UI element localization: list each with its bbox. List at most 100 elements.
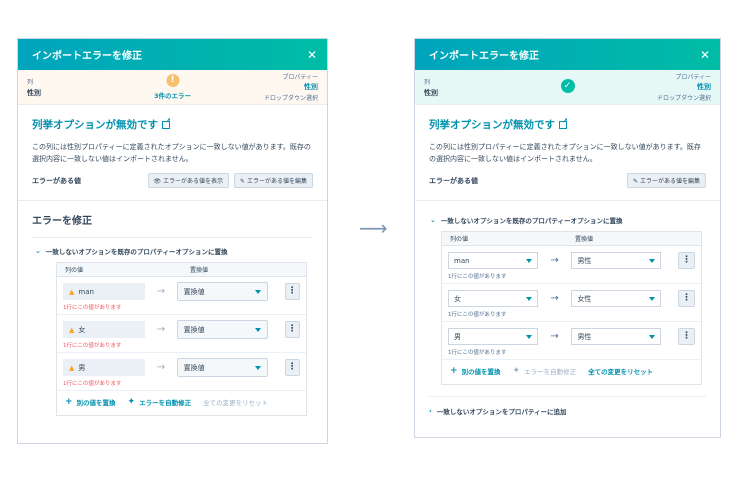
column-header-replacement: 置換値: [190, 267, 209, 274]
source-value-text: 女: [454, 294, 461, 303]
divider: [415, 200, 720, 201]
dialog-header: インポートエラーを修正 ✕: [18, 39, 327, 70]
chevron-down-icon: [254, 289, 261, 294]
warning-triangle-icon: ▲: [69, 287, 75, 296]
chevron-down-icon: [649, 296, 656, 301]
replace-options-accordion[interactable]: ⌄ 一致しないオプションを既存のプロパティーオプションに置換: [415, 215, 720, 225]
property-label: プロパティー: [282, 74, 318, 81]
property-value[interactable]: 性別: [657, 82, 711, 92]
chevron-down-icon: [254, 327, 261, 332]
error-heading-text: 列挙オプションが無効です: [429, 119, 555, 131]
show-error-values-button[interactable]: 👁 エラーがある値を表示: [147, 173, 230, 188]
row-error: 1行にこの値があります: [63, 381, 122, 387]
source-value-text: man: [78, 287, 94, 296]
property-value[interactable]: 性別: [264, 82, 318, 92]
edit-error-values-button[interactable]: ✎ エラーがある値を編集: [234, 173, 313, 188]
more-options-icon[interactable]: ⋮: [678, 328, 695, 345]
error-count[interactable]: 3件のエラー: [154, 90, 191, 100]
column-header-value: 列の値: [65, 267, 84, 274]
close-icon[interactable]: ✕: [307, 49, 317, 61]
chevron-down-icon: [254, 365, 261, 370]
close-icon[interactable]: ✕: [700, 49, 710, 61]
row-note: 1行にこの値があります: [448, 350, 507, 356]
autofix-button[interactable]: ✦ エラーを自動修正: [513, 366, 577, 376]
table-actions: + 別の値を置換 ✦ エラーを自動修正 全ての変更をリセット: [57, 391, 306, 415]
replace-another-label: 別の値を置換: [461, 368, 501, 376]
source-value-dropdown[interactable]: 女: [448, 290, 538, 307]
replacement-table: 列の値 置換値 man → 男性 ⋮ 1行にこの値があります 女 → 女性 ⋮ …: [441, 231, 702, 385]
table-row: ▲ man → 置換値 ⋮ 1行にこの値があります: [57, 277, 306, 315]
more-options-icon[interactable]: ⋮: [284, 321, 300, 338]
column-value: 性別: [27, 88, 41, 97]
table-header: 列の値 置換値: [57, 263, 306, 277]
check-icon: ✓: [560, 79, 575, 93]
replace-options-accordion[interactable]: ⌄ 一致しないオプションを既存のプロパティーオプションに置換: [18, 246, 327, 256]
replacement-dropdown[interactable]: 男性: [571, 252, 662, 269]
sparkle-icon: ✦: [127, 397, 136, 407]
more-options-icon[interactable]: ⋮: [284, 283, 300, 300]
table-row: 女 → 女性 ⋮ 1行にこの値があります: [442, 284, 701, 322]
arrow-right-icon: →: [550, 255, 559, 266]
accordion2-label: 一致しないオプションをプロパティーに追加: [436, 408, 567, 416]
reset-button[interactable]: 全ての変更をリセット: [588, 366, 653, 376]
error-description: この列には性別プロパティーに定義されたオプションに一致しない値があります。既存の…: [429, 143, 701, 163]
property-type: ドロップダウン選択: [263, 95, 318, 102]
row-error: 1行にこの値があります: [63, 305, 122, 311]
source-value-dropdown[interactable]: man: [448, 252, 538, 269]
reset-button[interactable]: 全ての変更をリセット: [203, 397, 268, 407]
chevron-down-icon: [649, 334, 656, 339]
accordion-label: 一致しないオプションを既存のプロパティーオプションに置換: [440, 217, 623, 225]
row-error: 1行にこの値があります: [63, 343, 122, 349]
more-options-icon[interactable]: ⋮: [678, 252, 695, 269]
add-options-accordion[interactable]: › 一致しないオプションをプロパティーに追加: [429, 396, 706, 416]
dialog-title: インポートエラーを修正: [32, 51, 142, 62]
plus-icon: +: [65, 397, 73, 407]
replacement-table: 列の値 置換値 ▲ man → 置換値 ⋮ 1行にこの値があります ▲ 女 → 置換…: [56, 262, 307, 416]
replacement-dropdown[interactable]: 女性: [571, 290, 662, 307]
warning-triangle-icon: ▲: [69, 363, 75, 372]
source-value-dropdown[interactable]: 男: [448, 328, 538, 345]
edit-error-values-button[interactable]: ✎ エラーがある値を編集: [627, 173, 706, 188]
more-options-icon[interactable]: ⋮: [284, 359, 300, 376]
arrow-right-icon: →: [156, 286, 166, 297]
replacement-dropdown[interactable]: 置換値: [176, 282, 268, 301]
chevron-right-icon: ›: [429, 407, 432, 415]
table-row: ▲ 女 → 置換値 ⋮ 1行にこの値があります: [57, 315, 306, 353]
external-link-icon: [162, 117, 171, 129]
table-header: 列の値 置換値: [442, 232, 701, 246]
arrow-right-icon: →: [550, 331, 559, 342]
property-type: ドロップダウン選択: [656, 95, 711, 102]
column-label: 列: [27, 78, 34, 86]
column-mapping-strip: 列 性別 ! 3件のエラー プロパティー 性別 ドロップダウン選択: [18, 70, 327, 105]
replacement-dropdown[interactable]: 置換値: [176, 320, 268, 339]
autofix-label: エラーを自動修正: [139, 399, 192, 407]
source-value: ▲ 男: [63, 359, 146, 376]
replace-another-label: 別の値を置換: [76, 399, 116, 407]
table-row: 男 → 男性 ⋮ 1行にこの値があります: [442, 322, 701, 360]
replacement-value: 男性: [577, 256, 592, 265]
replacement-value: 男性: [577, 332, 592, 341]
autofix-button[interactable]: ✦ エラーを自動修正: [128, 397, 192, 407]
replacement-dropdown[interactable]: 男性: [571, 328, 662, 345]
replacement-dropdown[interactable]: 置換値: [176, 358, 268, 377]
show-error-values-label: エラーがある値を表示: [163, 178, 224, 185]
more-options-icon[interactable]: ⋮: [678, 290, 695, 307]
replace-another-button[interactable]: + 別の値を置換: [65, 397, 116, 407]
dialog-header: インポートエラーを修正 ✕: [415, 39, 720, 70]
external-link-icon: [559, 117, 568, 129]
replace-another-button[interactable]: + 別の値を置換: [450, 366, 501, 376]
source-value-text: 女: [78, 325, 86, 334]
property-label: プロパティー: [675, 74, 711, 81]
warning-triangle-icon: ▲: [69, 325, 75, 334]
chevron-down-icon: [649, 258, 656, 263]
accordion-label: 一致しないオプションを既存のプロパティーオプションに置換: [45, 248, 228, 256]
dialog-title: インポートエラーを修正: [429, 51, 539, 62]
error-heading[interactable]: 列挙オプションが無効です: [32, 117, 313, 132]
edit-error-values-label: エラーがある値を編集: [246, 178, 307, 185]
fix-errors-title: エラーを修正: [32, 216, 92, 227]
error-heading[interactable]: 列挙オプションが無効です: [429, 117, 706, 132]
row-note: 1行にこの値があります: [448, 312, 507, 318]
chevron-down-icon: [525, 258, 532, 263]
table-row: ▲ 男 → 置換値 ⋮ 1行にこの値があります: [57, 353, 306, 391]
replacement-value: 置換値: [183, 325, 205, 334]
